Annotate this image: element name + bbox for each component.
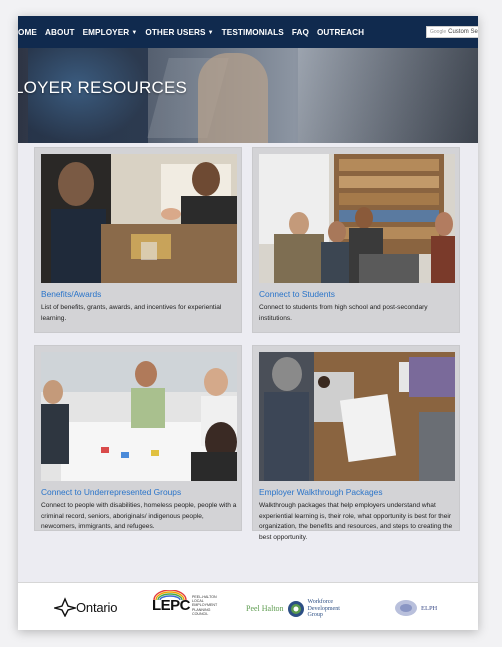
nav-employer[interactable]: EMPLOYER ▼: [79, 28, 142, 37]
resource-card-benefits: Benefits/Awards List of benefits, grants…: [34, 147, 242, 333]
card-image[interactable]: [259, 352, 455, 481]
hero-photo-part: [198, 53, 268, 143]
wdg-circle-icon: [287, 600, 304, 617]
card-link-walkthrough[interactable]: Employer Walkthrough Packages: [259, 487, 383, 497]
card-image[interactable]: [259, 154, 455, 283]
card-image[interactable]: [41, 352, 237, 481]
browser-frame: OME ABOUT EMPLOYER ▼ OTHER USERS ▼ TESTIMO…: [18, 16, 478, 630]
trillium-icon: [54, 597, 76, 617]
card-description: List of benefits, grants, awards, and in…: [41, 304, 222, 322]
ontario-logo[interactable]: Ontario: [54, 597, 117, 617]
wdg-wordmark: Workforce Development Group: [307, 599, 340, 618]
hero-photo-part: [298, 48, 478, 143]
resource-card-walkthrough: Employer Walkthrough Packages Walkthroug…: [252, 345, 460, 541]
card-link-benefits[interactable]: Benefits/Awards: [41, 289, 101, 299]
hero-banner: LOYER RESOURCES: [18, 48, 478, 143]
card-description: Walkthrough packages that help employers…: [259, 502, 453, 541]
card-image[interactable]: [41, 154, 237, 283]
lepc-logo[interactable]: LEPC PEEL-HALTON LOCAL EMPLOYMENT PLANNI…: [152, 589, 222, 616]
resource-card-students: Connect to Students Connect to students …: [252, 147, 460, 333]
nav-menu: OME ABOUT EMPLOYER ▼ OTHER USERS ▼ TESTIMO…: [18, 28, 368, 37]
rainbow-arc-icon: [153, 589, 187, 600]
nav-testimonials[interactable]: TESTIMONIALS: [218, 28, 288, 37]
nav-about[interactable]: ABOUT: [41, 28, 79, 37]
search-input[interactable]: Google Custom Se: [426, 26, 478, 38]
nav-outreach[interactable]: OUTREACH: [313, 28, 368, 37]
workforce-development-logo[interactable]: Peel Halton Workforce Development Group: [246, 599, 352, 619]
card-link-underrepresented[interactable]: Connect to Underrepresented Groups: [41, 487, 181, 497]
elph-logo[interactable]: ELPH: [394, 599, 437, 617]
chevron-down-icon: ▼: [207, 29, 214, 36]
elph-wordmark: ELPH: [421, 604, 438, 612]
resource-card-underrepresented: Connect to Underrepresented Groups Conne…: [34, 345, 242, 531]
nav-other-users[interactable]: OTHER USERS ▼: [141, 28, 217, 37]
search-placeholder: Custom Se: [448, 29, 478, 35]
ontario-wordmark: Ontario: [76, 599, 118, 615]
nav-home[interactable]: OME: [18, 28, 41, 37]
partner-footer: Ontario LEPC PEEL-HALTON LOCAL EMPLOYMEN…: [18, 582, 478, 630]
chevron-down-icon: ▼: [131, 29, 138, 36]
card-description: Connect to people with disabilities, hom…: [41, 502, 237, 530]
card-description: Connect to students from high school and…: [259, 304, 428, 322]
top-navbar: OME ABOUT EMPLOYER ▼ OTHER USERS ▼ TESTIMO…: [18, 16, 478, 48]
nav-faq[interactable]: FAQ: [288, 28, 313, 37]
page-title: LOYER RESOURCES: [18, 78, 188, 97]
elph-emblem-icon: [395, 600, 417, 616]
lepc-subtitle: PEEL-HALTON LOCAL EMPLOYMENT PLANNING CO…: [192, 595, 218, 616]
card-link-students[interactable]: Connect to Students: [259, 289, 335, 299]
peel-halton-wordmark: Peel Halton: [246, 604, 284, 614]
google-search-brand: Google: [430, 29, 447, 35]
